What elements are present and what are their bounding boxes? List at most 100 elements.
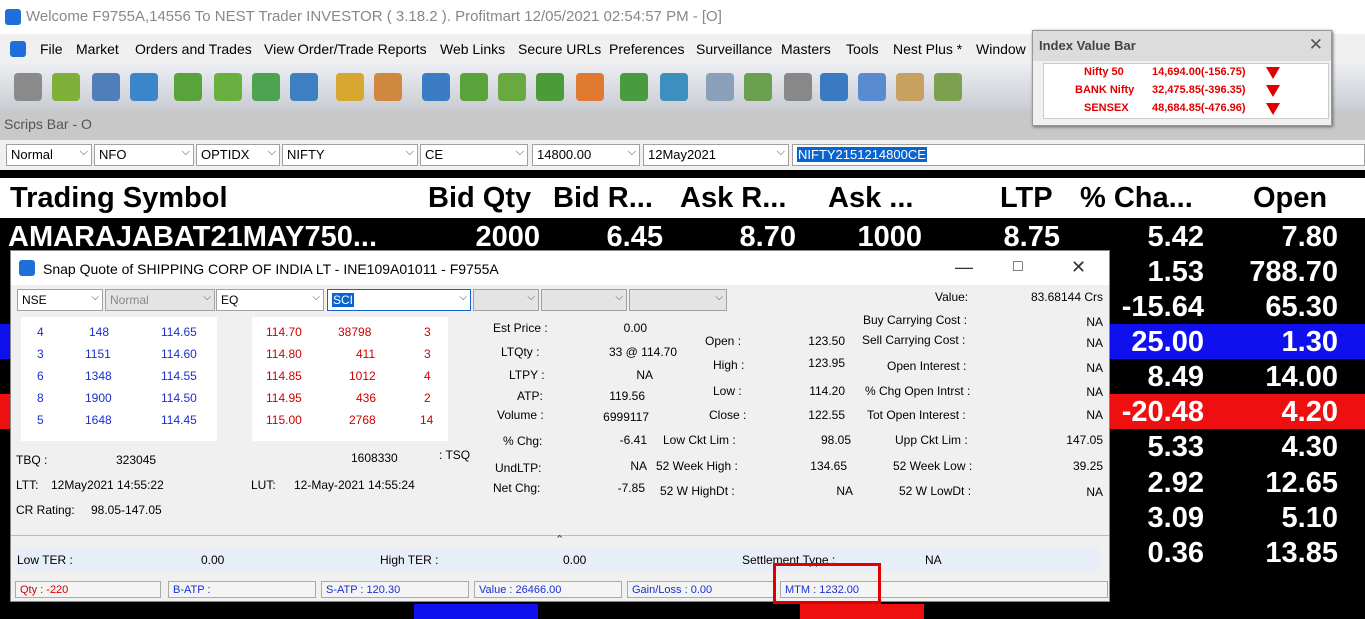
cell-open: 14.00 <box>1265 361 1338 393</box>
col-trading-symbol[interactable]: Trading Symbol <box>10 182 228 215</box>
chevron-up-icon[interactable]: ⌃ <box>555 533 564 546</box>
toolbar-monitor-gray-icon[interactable] <box>784 73 812 101</box>
ltpy-label: LTPY : <box>509 368 545 382</box>
chevron-down-icon: ⌵ <box>627 146 636 158</box>
undltp-value: NA <box>630 459 647 473</box>
trading-symbol-input[interactable]: NIFTY2151214800CE <box>792 144 1365 166</box>
col-bid-rate[interactable]: Bid R... <box>553 182 653 215</box>
expiry-select[interactable]: 12May2021 ⌵ <box>643 144 789 166</box>
toolbar-person-icon[interactable] <box>820 73 848 101</box>
bid-orders: 8 <box>37 391 44 405</box>
index-row: SENSEX 48,684.85(-476.96) <box>1044 100 1328 118</box>
bid-price: 114.60 <box>161 347 197 361</box>
instrument-select[interactable]: OPTIDX ⌵ <box>196 144 280 166</box>
col-ask-qty[interactable]: Ask ... <box>828 182 913 215</box>
week52-high-label: 52 Week High : <box>656 459 738 473</box>
scrips-bar-fields: Normal ⌵ NFO ⌵ OPTIDX ⌵ NIFTY ⌵ CE ⌵ 14800.00… <box>0 140 1365 170</box>
toolbar-network-icon[interactable] <box>92 73 120 101</box>
cr-rating-label: CR Rating: <box>16 503 75 517</box>
chevron-down-icon: ⌵ <box>312 292 320 303</box>
strike-price-select[interactable]: 14800.00 ⌵ <box>532 144 640 166</box>
cell-open: 12.65 <box>1265 467 1338 499</box>
toolbar-keyboard-icon[interactable] <box>858 73 886 101</box>
toolbar-bars-icon[interactable] <box>706 73 734 101</box>
toolbar-clipboard-icon[interactable] <box>252 73 280 101</box>
s-atp-field: S-ATP : 120.30 <box>321 581 469 598</box>
option-type-select[interactable]: CE ⌵ <box>420 144 528 166</box>
toolbar-screen-icon[interactable] <box>290 73 318 101</box>
toolbar-bag-icon[interactable] <box>52 73 80 101</box>
maximize-icon[interactable]: □ <box>1013 258 1023 276</box>
col-open[interactable]: Open <box>1253 182 1327 215</box>
open-interest-value: NA <box>1086 361 1103 375</box>
snap-extra-select-1[interactable]: ⌵ <box>473 289 539 311</box>
menu-app-icon[interactable] <box>10 41 26 57</box>
toolbar-cart-arrows-icon[interactable] <box>576 73 604 101</box>
value-label: Value: <box>935 290 969 304</box>
toolbar-user-edit-icon[interactable] <box>374 73 402 101</box>
bid-price: 114.45 <box>161 413 197 427</box>
atp-value: 119.56 <box>609 389 645 403</box>
minimize-icon[interactable]: — <box>955 257 973 278</box>
index-name: BANK Nifty <box>1075 84 1135 96</box>
toolbar-cart-up-icon[interactable] <box>498 73 526 101</box>
snap-extra-select-3[interactable]: ⌵ <box>629 289 727 311</box>
col-bid-qty[interactable]: Bid Qty <box>428 182 531 215</box>
menu-window[interactable]: Window <box>976 41 1026 57</box>
bid-qty: 148 <box>89 325 110 339</box>
col-pct-change[interactable]: % Cha... <box>1080 182 1193 215</box>
menu-nest-plus[interactable]: Nest Plus * <box>893 41 962 57</box>
snap-market-type-select[interactable]: Normal ⌵ <box>105 289 215 311</box>
toolbar-cart-dollar-icon[interactable] <box>460 73 488 101</box>
toolbar-house-up-icon[interactable] <box>660 73 688 101</box>
settlement-type-value: NA <box>925 553 942 567</box>
splitter-bar[interactable]: ⌃ <box>11 533 1109 546</box>
menu-view-reports[interactable]: View Order/Trade Reports <box>264 41 427 57</box>
snap-extra-select-2[interactable]: ⌵ <box>541 289 627 311</box>
menu-masters[interactable]: Masters <box>781 41 831 57</box>
snap-exchange-select[interactable]: NSE ⌵ <box>17 289 103 311</box>
toolbar-computer-icon[interactable] <box>422 73 450 101</box>
volume-value: 6999117 <box>603 410 649 424</box>
toolbar-users-icon[interactable] <box>620 73 648 101</box>
index-value: 48,684.85(-476.96) <box>1152 102 1246 114</box>
toolbar-monitor-icon[interactable] <box>14 73 42 101</box>
menu-web-links[interactable]: Web Links <box>440 41 505 57</box>
menu-surveillance[interactable]: Surveillance <box>696 41 772 57</box>
toolbar-calculator-icon[interactable] <box>896 73 924 101</box>
menu-orders-trades[interactable]: Orders and Trades <box>135 41 252 57</box>
week52-high-date-label: 52 W HighDt : <box>660 484 735 498</box>
close-icon[interactable]: ✕ <box>1309 35 1323 55</box>
toolbar-cart-down-icon[interactable] <box>536 73 564 101</box>
ask-qty: 38798 <box>338 325 372 339</box>
menu-market[interactable]: Market <box>76 41 119 57</box>
symbol-select[interactable]: NIFTY ⌵ <box>282 144 418 166</box>
toolbar-list-icon[interactable] <box>934 73 962 101</box>
toolbar-line-chart-icon[interactable] <box>744 73 772 101</box>
cr-rating-value: 98.05-147.05 <box>91 503 162 517</box>
col-ask-rate[interactable]: Ask R... <box>680 182 786 215</box>
down-arrow-icon <box>1266 103 1280 115</box>
toolbar-bar-chart-icon[interactable] <box>336 73 364 101</box>
bid-depth-table: 4 148 114.65 3 1151 114.60 6 1348 114.55… <box>21 317 217 441</box>
exchange-select[interactable]: NFO ⌵ <box>94 144 194 166</box>
est-price-label: Est Price : <box>493 321 548 335</box>
bid-orders: 5 <box>37 413 44 427</box>
index-row: Nifty 50 14,694.00(-156.75) <box>1044 64 1328 82</box>
snap-symbol-select[interactable]: SCI ⌵ <box>327 289 471 311</box>
snap-series-select[interactable]: EQ ⌵ <box>216 289 324 311</box>
menu-tools[interactable]: Tools <box>846 41 879 57</box>
close-icon[interactable]: ✕ <box>1071 257 1086 278</box>
cell-open: 1.30 <box>1281 326 1338 358</box>
col-ltp[interactable]: LTP <box>1000 182 1053 215</box>
ask-price: 114.80 <box>266 347 302 361</box>
menu-preferences[interactable]: Preferences <box>609 41 684 57</box>
menu-file[interactable]: File <box>40 41 63 57</box>
menu-secure-urls[interactable]: Secure URLs <box>518 41 601 57</box>
market-watch-row[interactable] <box>0 604 1365 619</box>
market-watch-row[interactable]: AMARAJABAT21MAY750... 2000 6.45 8.70 100… <box>0 219 1365 254</box>
toolbar-cart-add-icon[interactable] <box>174 73 202 101</box>
market-type-select[interactable]: Normal ⌵ <box>6 144 92 166</box>
toolbar-globe-icon[interactable] <box>130 73 158 101</box>
toolbar-cart-icon[interactable] <box>214 73 242 101</box>
